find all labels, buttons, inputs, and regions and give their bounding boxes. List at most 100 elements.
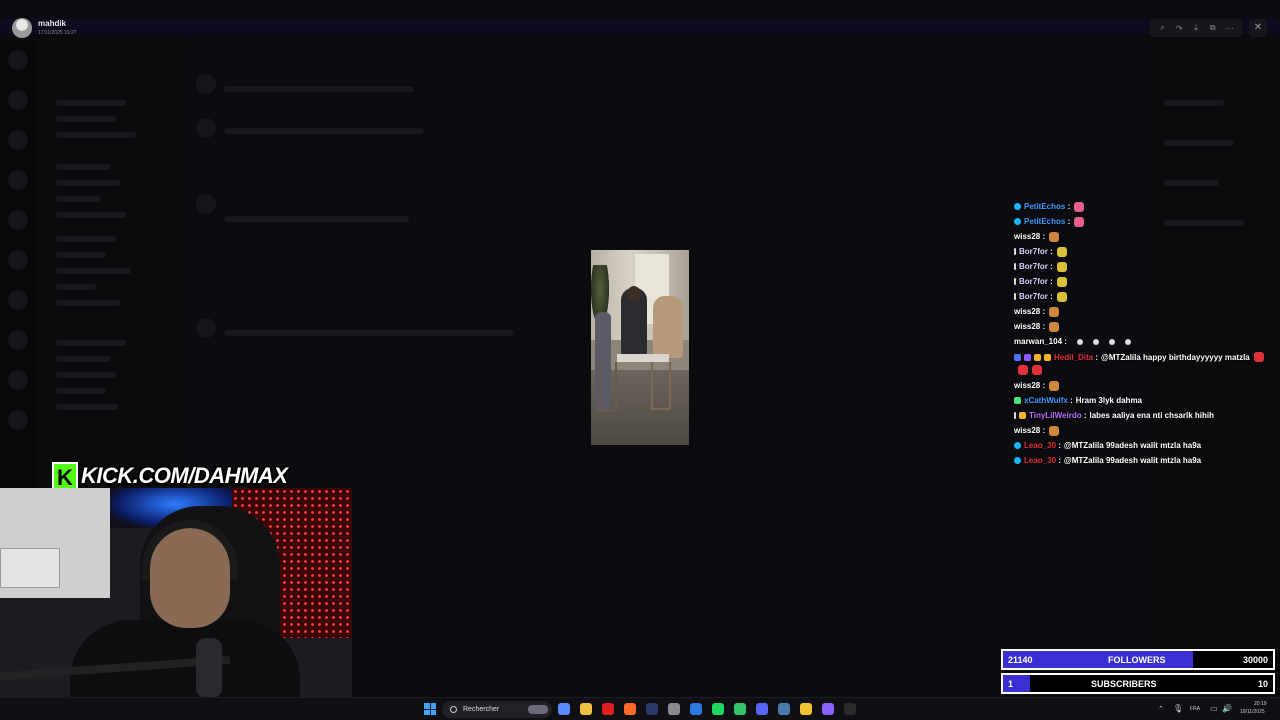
search-placeholder: Rechercher (463, 706, 500, 713)
webcam-feed (0, 488, 352, 698)
chrome-icon[interactable] (800, 703, 812, 715)
chat-emote-icon (1124, 338, 1131, 345)
chat-emote-icon (1074, 216, 1085, 227)
chat-username[interactable]: xCathWulfx (1024, 396, 1068, 405)
chat-emote-icon (1049, 425, 1060, 436)
chat-text: labes aaliya ena nti chsarlk hihih (1089, 411, 1215, 420)
chat-emote-icon (1074, 201, 1085, 212)
chat-separator: : (1040, 426, 1046, 435)
followers-goal: 21140 FOLLOWERS 30000 (1001, 649, 1275, 670)
clock-time[interactable]: 20:19 (1254, 701, 1267, 707)
search-icon (450, 706, 457, 713)
purple-app-icon[interactable] (822, 703, 834, 715)
chat-badge-icon (1014, 412, 1016, 419)
orange-app-icon[interactable] (624, 703, 636, 715)
file-explorer-icon[interactable] (580, 703, 592, 715)
chat-emote-icon (1056, 276, 1067, 287)
chat-separator: : (1047, 247, 1053, 256)
chat-badge-icon (1014, 218, 1021, 225)
chat-username[interactable]: Leao_30 (1024, 456, 1056, 465)
chat-username[interactable]: TinyLilWeirdo (1029, 411, 1082, 420)
forward-icon[interactable]: ↷ (1172, 24, 1186, 33)
discord-icon[interactable] (756, 703, 768, 715)
chat-badge-icon (1014, 293, 1016, 300)
avatar[interactable] (12, 18, 32, 38)
green-app-icon[interactable] (734, 703, 746, 715)
ghost-channel (56, 340, 126, 346)
ghost-member (1164, 100, 1224, 106)
ghost-channel (56, 100, 126, 106)
microphone-icon[interactable]: 🎙 (1173, 704, 1183, 713)
volume-icon[interactable]: 🔊 (1222, 704, 1232, 713)
chat-username[interactable]: wiss28 (1014, 232, 1040, 241)
chat-separator: : (1065, 202, 1071, 211)
chat-badge-icon (1014, 263, 1016, 270)
chat-separator: : (1047, 277, 1053, 286)
ghost-channel (56, 252, 106, 258)
chat-username[interactable]: marwan_104 (1014, 337, 1062, 346)
subscribers-target: 10 (1257, 679, 1268, 689)
more-icon[interactable]: ⋯ (1223, 24, 1237, 33)
chat-username[interactable]: PetitEchos (1024, 202, 1065, 211)
download-icon[interactable]: ⤓ (1189, 23, 1203, 33)
dark-app-icon[interactable] (646, 703, 658, 715)
ghost-message (224, 86, 414, 92)
taskbar-search[interactable]: Rechercher (442, 701, 552, 718)
chat-username[interactable]: wiss28 (1014, 307, 1040, 316)
tray-chevron-icon[interactable]: ⌃ (1158, 705, 1164, 713)
red-app-icon[interactable] (602, 703, 614, 715)
chat-text: @MTZalila 99adesh walit mtzla ha9a (1063, 456, 1202, 465)
open-external-icon[interactable]: ⧉ (1206, 23, 1220, 33)
chat-username[interactable]: Bor7for (1019, 277, 1048, 286)
chat-badge-icon (1014, 248, 1016, 255)
followers-target: 30000 (1242, 655, 1268, 665)
spotify-icon[interactable] (712, 703, 724, 715)
close-icon[interactable]: ✕ (1249, 19, 1267, 37)
chat-text: @MTZalila 99adesh walit mtzla ha9a (1063, 441, 1202, 450)
chat-separator: : (1040, 381, 1046, 390)
language-indicator[interactable]: FRA (1190, 706, 1200, 712)
chat-separator: : (1065, 217, 1071, 226)
chat-username[interactable]: wiss28 (1014, 381, 1040, 390)
ghost-server-icon (8, 370, 28, 390)
chat-username[interactable]: Bor7for (1019, 292, 1048, 301)
m-app-icon[interactable] (844, 703, 856, 715)
ghost-channel (56, 404, 118, 410)
subscribers-label: SUBSCRIBERS (1091, 679, 1157, 689)
chat-message: wiss28 : (1014, 319, 1276, 334)
chat-message: Bor7for : (1014, 289, 1276, 304)
chat-username[interactable]: Leao_30 (1024, 441, 1056, 450)
chat-username[interactable]: Bor7for (1019, 262, 1048, 271)
chat-username[interactable]: PetitEchos (1024, 217, 1065, 226)
windows-start-icon[interactable] (424, 703, 436, 715)
chat-separator: : (1047, 292, 1053, 301)
zoom-icon[interactable]: ⌕ (1155, 23, 1169, 33)
viewed-image[interactable] (591, 250, 689, 445)
chat-username[interactable]: Hedil_Dita (1054, 353, 1093, 362)
ghost-server-icon (8, 50, 28, 70)
chat-emote-icon (1049, 231, 1060, 242)
ghost-server-icon (8, 290, 28, 310)
chat-username[interactable]: wiss28 (1014, 426, 1040, 435)
ghost-avatar (196, 74, 216, 94)
chat-message: Leao_30 : @MTZalila 99adesh walit mtzla h… (1014, 438, 1276, 453)
chat-text: Hram 3lyk dahma (1075, 396, 1143, 405)
settings-icon[interactable] (668, 703, 680, 715)
network-icon[interactable]: ▭ (1210, 704, 1218, 713)
kick-banner: K KICK.COM/DAHMAX (52, 461, 288, 491)
chat-separator: : (1093, 352, 1099, 362)
copilot-icon[interactable] (558, 703, 570, 715)
search-highlight-icon (528, 705, 548, 714)
ghost-channel (56, 132, 136, 138)
blue-app-icon[interactable] (690, 703, 702, 715)
chat-separator: : (1062, 337, 1067, 346)
chat-separator: : (1047, 262, 1053, 271)
ghost-channel (56, 372, 116, 378)
ghost-channel (56, 356, 111, 362)
chat-username[interactable]: wiss28 (1014, 322, 1040, 331)
chat-message: wiss28 : (1014, 423, 1276, 438)
steam-icon[interactable] (778, 703, 790, 715)
chat-username[interactable]: Bor7for (1019, 247, 1048, 256)
author-name[interactable]: mahdik (38, 19, 66, 28)
clock-date[interactable]: 19/11/2025 (1240, 709, 1265, 715)
